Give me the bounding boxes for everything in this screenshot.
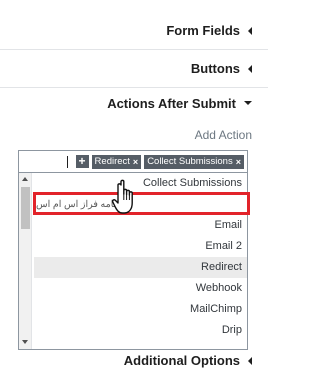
actions-after-submit-section-header[interactable]: Actions After Submit xyxy=(0,84,268,122)
dropdown-scrollbar[interactable] xyxy=(19,173,32,349)
token-redirect: Redirect × xyxy=(91,154,142,169)
scrollbar-thumb[interactable] xyxy=(21,187,30,229)
additional-options-label: Additional Options xyxy=(123,353,240,368)
form-fields-section-header[interactable]: Form Fields xyxy=(0,12,268,50)
scroll-up-arrow-icon[interactable] xyxy=(22,177,28,181)
actions-after-submit-label: Actions After Submit xyxy=(107,95,236,111)
add-token-button[interactable]: + xyxy=(75,155,89,168)
token-collect-submissions: Collect Submissions × xyxy=(144,154,244,169)
text-caret xyxy=(66,155,68,168)
form-fields-label: Form Fields xyxy=(166,23,240,38)
remove-token-icon[interactable]: × xyxy=(133,155,138,169)
caret-down-icon xyxy=(244,101,252,105)
option-webhook[interactable]: Webhook xyxy=(34,278,247,299)
option-drip[interactable]: Drip xyxy=(34,320,247,341)
add-action-token-field[interactable]: + Redirect × Collect Submissions × xyxy=(18,150,248,172)
scroll-down-arrow-icon[interactable] xyxy=(22,340,28,344)
option-redirect[interactable]: Redirect xyxy=(34,257,247,278)
remove-token-icon[interactable]: × xyxy=(236,155,241,169)
option-mailchimp[interactable]: MailChimp xyxy=(34,299,247,320)
hand-pointer-icon xyxy=(111,179,133,214)
caret-left-icon xyxy=(248,26,252,35)
caret-left-icon xyxy=(248,356,252,365)
option-email-2[interactable]: Email 2 xyxy=(34,236,247,257)
token-label: Collect Submissions xyxy=(147,155,233,167)
sidebar-panel: Form Fields Buttons Actions After Submit… xyxy=(0,0,268,371)
additional-options-section-header[interactable]: Additional Options xyxy=(0,350,268,371)
buttons-label: Buttons xyxy=(190,61,240,76)
option-email[interactable]: Email xyxy=(34,215,247,236)
highlight-annotation-box xyxy=(33,192,250,215)
caret-left-icon xyxy=(248,64,252,73)
token-label: Redirect xyxy=(94,155,130,167)
buttons-section-header[interactable]: Buttons xyxy=(0,50,268,88)
add-action-label: Add Action xyxy=(194,128,252,142)
